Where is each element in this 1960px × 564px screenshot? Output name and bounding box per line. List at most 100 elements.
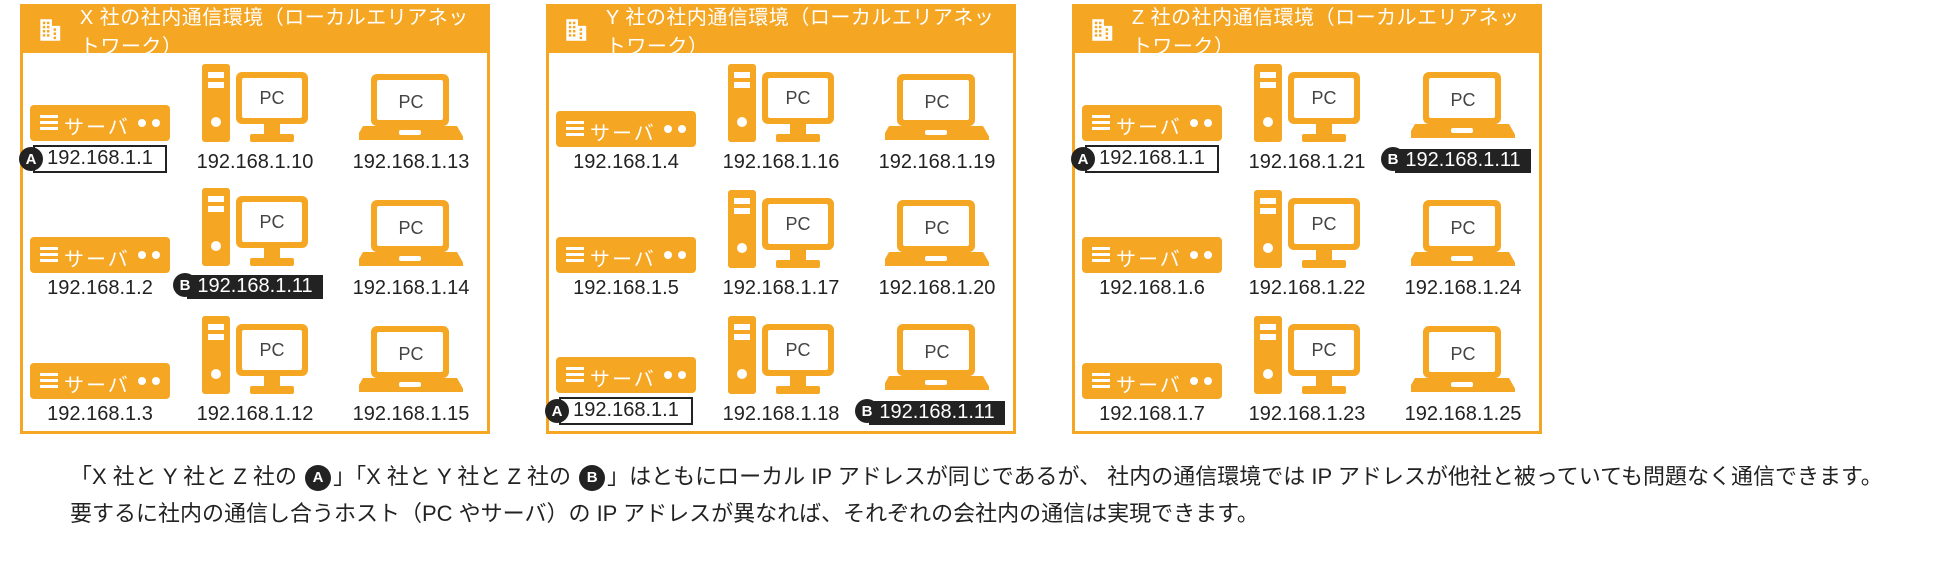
device-cell: PC192.168.1.11B xyxy=(1385,53,1541,179)
device-cell: PC 192.168.1.12 xyxy=(177,305,333,431)
ip-address: 192.168.1.17 xyxy=(723,277,840,299)
ip-address: 192.168.1.3 xyxy=(47,403,153,425)
badge-a-icon: A xyxy=(19,147,43,171)
ip-address: 192.168.1.11 xyxy=(187,275,322,299)
panel-body: サーバ192.168.1.1APC192.168.1.21PC192.168.1… xyxy=(1075,53,1539,431)
desktop-pc-icon: PC xyxy=(728,190,834,273)
panel-header: X 社の社内通信環境（ローカルエリアネットワーク） xyxy=(23,7,487,53)
device-cell: PC 192.168.1.19 xyxy=(859,53,1015,179)
badge-b-icon: B xyxy=(855,399,879,423)
laptop-pc-icon: PC xyxy=(1411,200,1515,273)
ip-address: 192.168.1.10 xyxy=(197,151,314,173)
ip-address: 192.168.1.2 xyxy=(47,277,153,299)
device-cell: サーバ192.168.1.1A xyxy=(1075,53,1229,179)
ip-address: 192.168.1.6 xyxy=(1099,277,1205,299)
ip-address: 192.168.1.7 xyxy=(1099,403,1205,425)
badge-b-icon: B xyxy=(173,273,197,297)
device-cell: サーバ 192.168.1.5 xyxy=(549,179,703,305)
ip-address: 192.168.1.15 xyxy=(353,403,470,425)
server-icon: サーバ xyxy=(1082,363,1222,399)
server-icon: サーバ xyxy=(30,237,170,273)
ip-address: 192.168.1.1 xyxy=(1085,145,1219,173)
device-cell: PC 192.168.1.18 xyxy=(703,305,859,431)
device-cell: PC 192.168.1.16 xyxy=(703,53,859,179)
ip-address: 192.168.1.11 xyxy=(1395,149,1530,173)
device-cell: PC 192.168.1.15 xyxy=(333,305,489,431)
desktop-pc-icon: PC xyxy=(1254,190,1360,273)
device-cell: PC 192.168.1.17 xyxy=(703,179,859,305)
server-icon: サーバ xyxy=(556,357,696,393)
panel-title: Y 社の社内通信環境（ローカルエリアネットワーク） xyxy=(606,1,1013,59)
ip-address: 192.168.1.4 xyxy=(573,151,679,173)
server-icon: サーバ xyxy=(556,111,696,147)
panel-body: サーバ192.168.1.1A PC 192.168.1.10 PC 192.168.1… xyxy=(23,53,487,431)
laptop-pc-icon: PC xyxy=(1411,326,1515,399)
device-cell: サーバ192.168.1.1A xyxy=(23,53,177,179)
device-cell: サーバ 192.168.1.3 xyxy=(23,305,177,431)
footer-line2: 要するに社内の通信し合うホスト（PC やサーバ）の IP アドレスが異なれば、そ… xyxy=(70,495,1890,532)
ip-address: 192.168.1.13 xyxy=(353,151,470,173)
ip-address: 192.168.1.21 xyxy=(1249,151,1366,173)
lan-panel-z: Z 社の社内通信環境（ローカルエリアネットワーク）サーバ192.168.1.1A… xyxy=(1072,4,1542,434)
footer-line1a: 「X 社と Y 社と Z 社の xyxy=(70,464,303,489)
laptop-pc-icon: PC xyxy=(359,326,463,399)
desktop-pc-icon: PC xyxy=(1254,64,1360,147)
desktop-pc-icon: PC xyxy=(1254,316,1360,399)
device-cell: PC 192.168.1.10 xyxy=(177,53,333,179)
ip-address: 192.168.1.20 xyxy=(879,277,996,299)
server-icon: サーバ xyxy=(1082,237,1222,273)
badge-b-icon: B xyxy=(579,465,605,491)
badge-a-icon: A xyxy=(545,399,569,423)
ip-address: 192.168.1.19 xyxy=(879,151,996,173)
ip-address: 192.168.1.23 xyxy=(1249,403,1366,425)
ip-address: 192.168.1.16 xyxy=(723,151,840,173)
ip-address: 192.168.1.1 xyxy=(33,145,167,173)
desktop-pc-icon: PC xyxy=(202,188,308,271)
desktop-pc-icon: PC xyxy=(728,316,834,399)
device-cell: PC 192.168.1.24 xyxy=(1385,179,1541,305)
laptop-pc-icon: PC xyxy=(885,74,989,147)
laptop-pc-icon: PC xyxy=(359,200,463,273)
device-cell: サーバ 192.168.1.6 xyxy=(1075,179,1229,305)
device-cell: サーバ 192.168.1.2 xyxy=(23,179,177,305)
footer-line1c: 」はともにローカル IP アドレスが同じであるが、 社内の通信環境では IP ア… xyxy=(607,464,1883,489)
panel-body: サーバ 192.168.1.4 PC 192.168.1.16 PC 192.168.1.… xyxy=(549,53,1013,431)
footer-line1b: 」「X 社と Y 社と Z 社の xyxy=(333,464,577,489)
building-icon xyxy=(1089,15,1114,45)
panel-header: Z 社の社内通信環境（ローカルエリアネットワーク） xyxy=(1075,7,1539,53)
server-icon: サーバ xyxy=(1082,105,1222,141)
device-cell: PC 192.168.1.22 xyxy=(1229,179,1385,305)
building-icon xyxy=(37,15,62,45)
ip-address: 192.168.1.12 xyxy=(197,403,314,425)
ip-address: 192.168.1.5 xyxy=(573,277,679,299)
device-cell: PC 192.168.1.13 xyxy=(333,53,489,179)
ip-address: 192.168.1.24 xyxy=(1405,277,1522,299)
device-cell: サーバ192.168.1.1A xyxy=(549,305,703,431)
building-icon xyxy=(563,15,588,45)
device-cell: PC192.168.1.11B xyxy=(177,179,333,305)
ip-address: 192.168.1.25 xyxy=(1405,403,1522,425)
device-cell: PC 192.168.1.23 xyxy=(1229,305,1385,431)
device-cell: PC 192.168.1.14 xyxy=(333,179,489,305)
device-cell: PC 192.168.1.20 xyxy=(859,179,1015,305)
device-cell: サーバ 192.168.1.7 xyxy=(1075,305,1229,431)
lan-panel-y: Y 社の社内通信環境（ローカルエリアネットワーク） サーバ 192.168.1.4 P… xyxy=(546,4,1016,434)
laptop-pc-icon: PC xyxy=(885,200,989,273)
ip-address: 192.168.1.14 xyxy=(353,277,470,299)
desktop-pc-icon: PC xyxy=(202,64,308,147)
laptop-pc-icon: PC xyxy=(359,74,463,147)
desktop-pc-icon: PC xyxy=(728,64,834,147)
device-cell: PC 192.168.1.21 xyxy=(1229,53,1385,179)
ip-address: 192.168.1.22 xyxy=(1249,277,1366,299)
server-icon: サーバ xyxy=(30,363,170,399)
lan-panel-x: X 社の社内通信環境（ローカルエリアネットワーク）サーバ192.168.1.1A… xyxy=(20,4,490,434)
ip-address: 192.168.1.1 xyxy=(559,397,693,425)
desktop-pc-icon: PC xyxy=(202,316,308,399)
badge-a-icon: A xyxy=(305,465,331,491)
server-icon: サーバ xyxy=(556,237,696,273)
device-cell: サーバ 192.168.1.4 xyxy=(549,53,703,179)
ip-address: 192.168.1.18 xyxy=(723,403,840,425)
panel-title: Z 社の社内通信環境（ローカルエリアネットワーク） xyxy=(1132,1,1539,59)
ip-address: 192.168.1.11 xyxy=(869,401,1004,425)
laptop-pc-icon: PC xyxy=(885,324,989,397)
